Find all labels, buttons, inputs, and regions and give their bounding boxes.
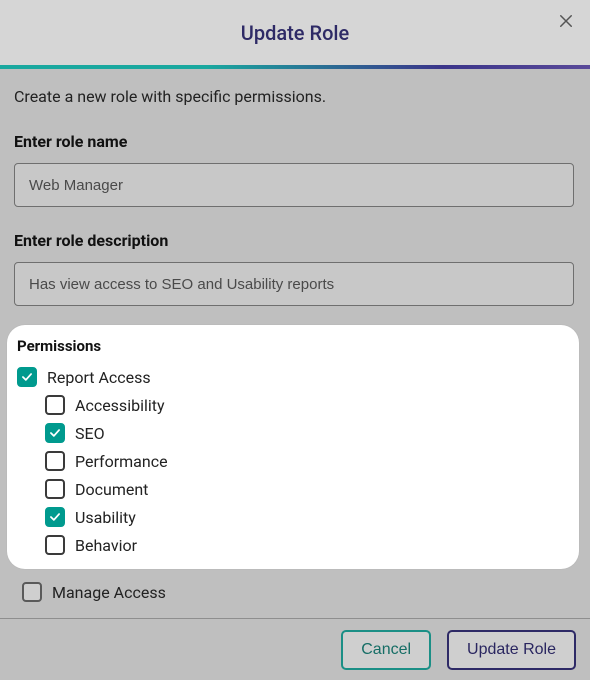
close-button[interactable]: [552, 8, 580, 36]
permission-label: Usability: [75, 508, 136, 527]
checkbox-accessibility[interactable]: [45, 395, 65, 415]
permission-seo: SEO: [15, 419, 565, 447]
update-role-dialog: Update Role Create a new role with speci…: [0, 0, 590, 680]
checkbox-performance[interactable]: [45, 451, 65, 471]
permission-manage-access-wrap: Manage Access: [20, 578, 166, 606]
checkbox-manage-access[interactable]: [22, 582, 42, 602]
cancel-button[interactable]: Cancel: [341, 630, 431, 670]
dialog-header: Update Role: [0, 0, 590, 65]
checkbox-usability[interactable]: [45, 507, 65, 527]
checkbox-seo[interactable]: [45, 423, 65, 443]
permission-label: Manage Access: [52, 583, 166, 602]
permissions-heading: Permissions: [15, 337, 565, 355]
role-description-label: Enter role description: [14, 231, 576, 250]
permission-document: Document: [15, 475, 565, 503]
checkbox-document[interactable]: [45, 479, 65, 499]
dialog-title: Update Role: [241, 21, 349, 45]
permission-behavior: Behavior: [15, 531, 565, 559]
dialog-body: Create a new role with specific permissi…: [0, 69, 590, 306]
checkbox-behavior[interactable]: [45, 535, 65, 555]
dialog-subtitle: Create a new role with specific permissi…: [14, 87, 576, 106]
role-description-input[interactable]: [14, 262, 574, 306]
role-name-input[interactable]: [14, 163, 574, 207]
update-role-button[interactable]: Update Role: [447, 630, 576, 670]
permission-usability: Usability: [15, 503, 565, 531]
permissions-panel: Permissions Report Access Accessibility …: [7, 325, 579, 569]
permission-label: Accessibility: [75, 396, 165, 415]
permission-performance: Performance: [15, 447, 565, 475]
role-name-label: Enter role name: [14, 132, 576, 151]
checkbox-report-access[interactable]: [17, 367, 37, 387]
dialog-footer: Cancel Update Role: [0, 618, 590, 680]
permission-label: Report Access: [47, 368, 151, 387]
permission-manage-access: Manage Access: [20, 578, 166, 606]
close-icon: [557, 12, 575, 33]
permission-accessibility: Accessibility: [15, 391, 565, 419]
permission-report-access: Report Access: [15, 363, 565, 391]
permission-label: SEO: [75, 424, 105, 443]
permission-label: Document: [75, 480, 148, 499]
permission-label: Performance: [75, 452, 168, 471]
permission-label: Behavior: [75, 536, 137, 555]
